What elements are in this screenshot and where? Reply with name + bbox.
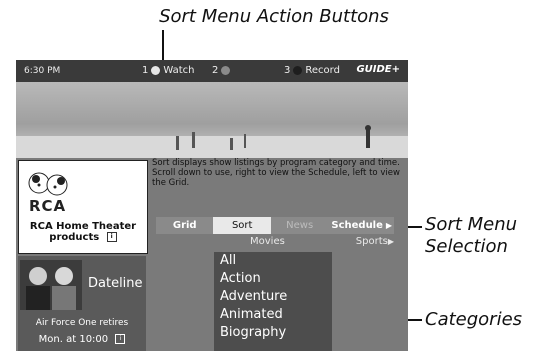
- record-button-number: 3: [284, 65, 291, 76]
- guide-plus-logo: GUIDE+: [356, 64, 400, 75]
- category-bar: Movies Sports▶: [156, 236, 394, 250]
- chevron-right-icon: ▶: [387, 237, 394, 246]
- rca-dogs-icon: [28, 172, 68, 196]
- category-current[interactable]: Movies: [250, 236, 285, 247]
- category-item-biography[interactable]: Biography: [214, 324, 332, 342]
- action-button-2[interactable]: 2: [212, 65, 231, 76]
- callout-categories: Categories: [425, 309, 523, 330]
- dateline-line2: Mon. at 10:00 i: [18, 334, 146, 345]
- rca-ad-caption-text: products: [49, 232, 100, 243]
- dateline-line1: Air Force One retires: [35, 318, 129, 328]
- dateline-ad-panel[interactable]: Dateline Air Force One retires Mon. at 1…: [18, 256, 146, 351]
- info-icon: i: [115, 334, 126, 344]
- tab-schedule[interactable]: Schedule: [328, 220, 385, 231]
- watch-button-number: 1: [142, 65, 149, 76]
- sort-help-text: Sort displays show listings by program c…: [152, 158, 400, 188]
- rca-ad-panel[interactable]: RCA RCA Home Theater products i: [18, 160, 148, 254]
- callout-sort-menu-action-buttons: Sort Menu Action Buttons: [159, 6, 389, 27]
- category-item-all[interactable]: All: [214, 252, 332, 270]
- info-icon: i: [106, 232, 117, 242]
- rca-ad-caption-line1: RCA Home Theater: [29, 221, 137, 232]
- record-button-label: Record: [305, 65, 340, 76]
- record-dot-icon: [293, 66, 303, 75]
- watch-button-label: Watch: [163, 65, 195, 76]
- category-next-label: Sports: [355, 236, 388, 247]
- video-figures: [176, 125, 371, 150]
- category-list: All Action Adventure Animated Biography: [214, 252, 332, 351]
- dateline-line2-text: Mon. at 10:00: [38, 334, 109, 345]
- category-item-adventure[interactable]: Adventure: [214, 288, 332, 306]
- callout-sort-menu-selection: Sort Menu Selection: [425, 214, 543, 258]
- rca-logo: RCA: [29, 197, 67, 215]
- sort-menu-tabs: Grid Sort News Schedule ▶: [156, 217, 394, 234]
- callout-sort-menu-selection-line2: Selection: [425, 236, 508, 257]
- chevron-right-icon: ▶: [385, 221, 393, 230]
- tab-grid[interactable]: Grid: [156, 220, 213, 231]
- watch-button[interactable]: 1 Watch: [142, 65, 195, 76]
- callout-sort-menu-selection-line1: Sort Menu: [425, 214, 518, 235]
- action-button-2-dot-icon: [221, 66, 231, 75]
- clock-time: 6:30 PM: [24, 66, 61, 76]
- category-item-action[interactable]: Action: [214, 270, 332, 288]
- tab-sort[interactable]: Sort: [213, 217, 271, 234]
- tab-news[interactable]: News: [271, 220, 328, 231]
- category-item-animated[interactable]: Animated: [214, 306, 332, 324]
- dateline-title: Dateline: [88, 276, 143, 291]
- record-button[interactable]: 3 Record: [284, 65, 340, 76]
- category-next[interactable]: Sports▶: [356, 236, 394, 247]
- video-preview: [16, 82, 408, 158]
- watch-dot-icon: [151, 66, 161, 75]
- top-action-bar: 6:30 PM 1 Watch 2 3 Record GUIDE+: [16, 60, 408, 82]
- anchors-photo-icon: [20, 260, 82, 310]
- rca-ad-caption-line2: products i: [19, 232, 147, 243]
- tv-guide-screen: 6:30 PM 1 Watch 2 3 Record GUIDE+ Sort d…: [16, 60, 408, 351]
- action-button-2-number: 2: [212, 65, 219, 76]
- rca-ad-caption: RCA Home Theater products i: [19, 221, 147, 243]
